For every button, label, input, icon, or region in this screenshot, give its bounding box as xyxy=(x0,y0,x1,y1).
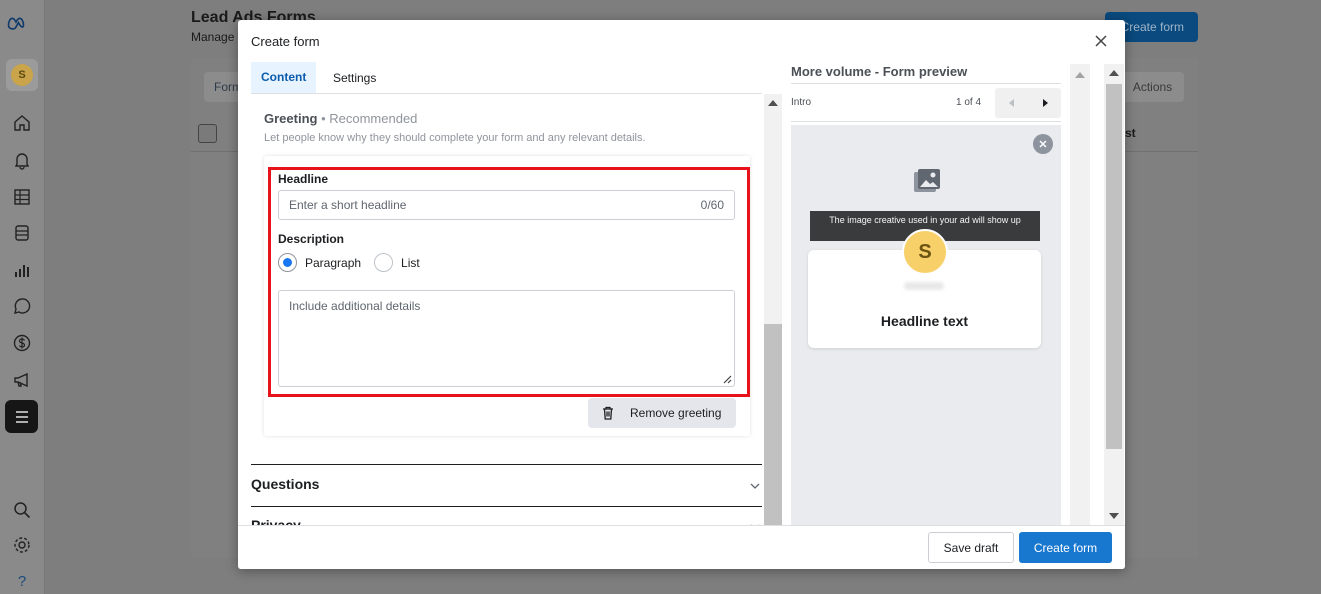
list-label[interactable]: List xyxy=(401,256,420,270)
greeting-heading: Greeting • Recommended xyxy=(264,111,417,126)
headline-label: Headline xyxy=(278,172,329,186)
recommended-badge: • Recommended xyxy=(321,111,418,126)
headline-placeholder: Enter a short headline xyxy=(289,198,407,212)
create-form-button[interactable]: Create form xyxy=(1019,532,1112,563)
preview-prev-button[interactable] xyxy=(995,88,1028,118)
menu-icon[interactable] xyxy=(5,400,38,433)
bell-icon[interactable] xyxy=(11,149,33,171)
divider xyxy=(251,464,762,465)
trash-icon xyxy=(603,406,613,420)
chevron-down-icon[interactable] xyxy=(749,480,761,492)
details-textarea[interactable]: Include additional details xyxy=(278,290,735,387)
dialog-tabs: Content Settings xyxy=(251,62,762,94)
dialog-scrollbar[interactable] xyxy=(1104,64,1124,525)
preview-next-button[interactable] xyxy=(1028,88,1061,118)
home-icon[interactable] xyxy=(11,112,33,134)
details-placeholder: Include additional details xyxy=(289,299,421,313)
preview-title: More volume - Form preview xyxy=(791,64,968,79)
paragraph-radio[interactable] xyxy=(278,253,297,272)
account-avatar[interactable]: S xyxy=(6,59,38,91)
scrollbar-thumb[interactable] xyxy=(1106,84,1122,449)
scroll-up-arrow-icon[interactable] xyxy=(1075,72,1085,78)
resize-handle-icon[interactable] xyxy=(722,374,732,384)
preview-page-count: 1 of 4 xyxy=(956,97,982,108)
greeting-title: Greeting xyxy=(264,111,318,126)
meta-logo-icon[interactable] xyxy=(6,12,26,32)
description-label: Description xyxy=(278,232,345,246)
page-subtitle: Manage f xyxy=(191,30,242,44)
preview-headline: Headline text xyxy=(880,313,969,329)
background-column-fragment: st xyxy=(1125,126,1136,140)
gear-icon[interactable] xyxy=(11,534,33,556)
questions-section-title[interactable]: Questions xyxy=(251,476,319,492)
tab-content[interactable]: Content xyxy=(251,62,317,93)
chat-icon[interactable] xyxy=(11,295,33,317)
remove-greeting-button[interactable]: Remove greeting xyxy=(588,398,736,428)
background-actions-button: Actions xyxy=(1121,72,1184,102)
create-form-dialog: Create form Content Settings Greeting • … xyxy=(238,20,1125,569)
preview-step-label: Intro xyxy=(791,97,812,108)
preview-scrollbar[interactable] xyxy=(1070,64,1090,525)
preview-avatar: S xyxy=(902,229,948,275)
paragraph-label[interactable]: Paragraph xyxy=(305,256,361,270)
help-icon[interactable]: ? xyxy=(11,570,33,592)
search-icon[interactable] xyxy=(11,499,33,521)
divider xyxy=(791,121,1061,122)
tab-settings[interactable]: Settings xyxy=(323,62,386,93)
divider xyxy=(251,506,762,507)
greeting-description: Let people know why they should complete… xyxy=(264,132,646,144)
sidebar: S ? xyxy=(0,0,45,594)
remove-greeting-label: Remove greeting xyxy=(630,406,722,420)
save-draft-button[interactable]: Save draft xyxy=(928,532,1014,563)
dollar-icon[interactable] xyxy=(11,332,33,354)
headline-counter: 0/60 xyxy=(700,198,724,212)
scroll-up-arrow-icon[interactable] xyxy=(1109,70,1119,76)
bar-chart-icon[interactable] xyxy=(11,259,33,281)
close-icon[interactable] xyxy=(1093,33,1109,49)
scrollbar-thumb[interactable] xyxy=(764,324,782,525)
description-format-options: Paragraph List xyxy=(278,253,420,272)
megaphone-icon[interactable] xyxy=(11,369,33,391)
pages-icon[interactable] xyxy=(11,222,33,244)
divider xyxy=(791,83,1061,84)
preview-close-icon xyxy=(1033,134,1053,154)
avatar-letter: S xyxy=(11,64,33,86)
background-select-all-checkbox xyxy=(198,124,217,143)
form-content-pane: Greeting • Recommended Let people know w… xyxy=(251,94,762,525)
form-preview-canvas: The image creative used in your ad will … xyxy=(791,125,1061,545)
scroll-up-arrow-icon[interactable] xyxy=(768,100,778,106)
preview-page-name-blurred xyxy=(904,282,944,290)
chevron-right-icon xyxy=(1042,99,1048,107)
privacy-section-title[interactable]: Privacy xyxy=(251,517,301,525)
headline-input[interactable]: Enter a short headline 0/60 xyxy=(278,190,735,220)
scroll-down-arrow-icon[interactable] xyxy=(1109,513,1119,519)
dialog-footer: Save draft Create form xyxy=(238,525,1125,569)
dialog-title: Create form xyxy=(251,34,320,49)
list-radio[interactable] xyxy=(374,253,394,272)
chevron-left-icon xyxy=(1008,99,1014,107)
image-placeholder-icon xyxy=(914,169,940,192)
content-scrollbar[interactable] xyxy=(764,94,782,525)
table-icon[interactable] xyxy=(11,186,33,208)
